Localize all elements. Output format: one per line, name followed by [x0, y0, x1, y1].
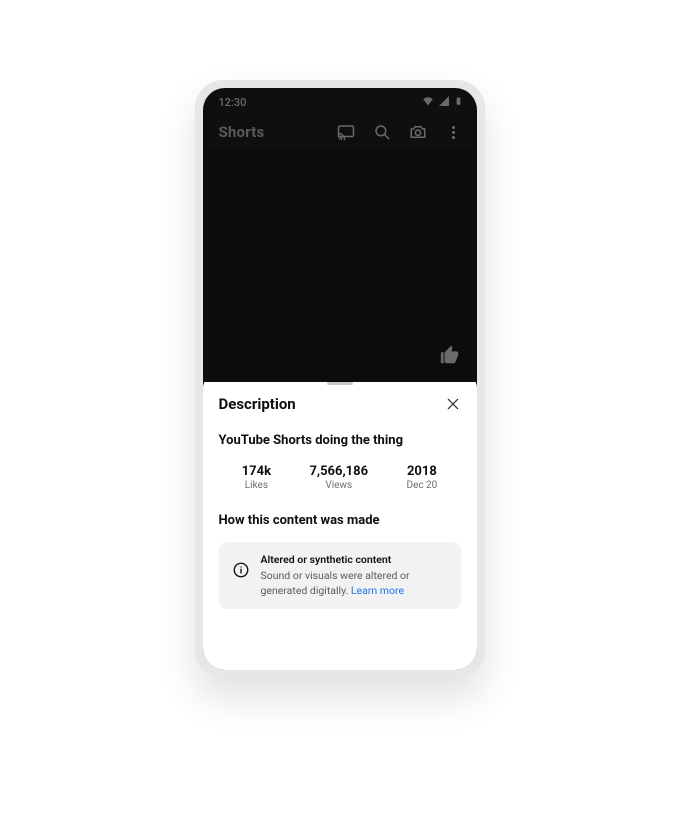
info-icon: [231, 560, 251, 580]
stat-date-label: Dec 20: [406, 480, 437, 491]
info-card-title: Altered or synthetic content: [261, 552, 449, 567]
sheet-header: Description: [219, 395, 461, 413]
phone-frame: 12:30 Shorts: [195, 80, 485, 678]
info-text: Altered or synthetic content Sound or vi…: [261, 552, 449, 599]
status-time: 12:30: [219, 96, 247, 109]
stat-likes-value: 174k: [242, 464, 271, 479]
app-header-icons: [337, 123, 463, 141]
stats-row: 174k Likes 7,566,186 Views 2018 Dec 20: [219, 464, 461, 491]
stat-date: 2018 Dec 20: [406, 464, 437, 491]
app-header: Shorts: [203, 113, 477, 149]
section-heading: How this content was made: [219, 513, 461, 528]
close-icon[interactable]: [445, 396, 461, 412]
status-indicators: [422, 94, 463, 111]
signal-icon: [438, 95, 450, 110]
like-icon[interactable]: [439, 344, 461, 370]
sheet-handle[interactable]: [327, 382, 353, 385]
screen: 12:30 Shorts: [203, 88, 477, 670]
stat-likes-label: Likes: [245, 480, 268, 491]
search-icon[interactable]: [373, 123, 391, 141]
status-bar: 12:30: [203, 88, 477, 113]
description-sheet: Description YouTube Shorts doing the thi…: [203, 374, 477, 670]
cast-icon[interactable]: [337, 123, 355, 141]
stat-views-value: 7,566,186: [309, 464, 368, 479]
stat-views: 7,566,186 Views: [309, 464, 368, 491]
sheet-title: Description: [219, 395, 296, 413]
more-icon[interactable]: [445, 123, 463, 141]
battery-icon: [454, 94, 463, 111]
wifi-icon: [422, 95, 434, 110]
stat-date-value: 2018: [407, 464, 437, 479]
video-title: YouTube Shorts doing the thing: [219, 433, 461, 448]
video-area[interactable]: [203, 149, 477, 382]
stat-views-label: Views: [325, 480, 352, 491]
learn-more-link[interactable]: Learn more: [351, 584, 404, 597]
app-header-title: Shorts: [219, 123, 265, 141]
stat-likes: 174k Likes: [242, 464, 271, 491]
synthetic-content-card: Altered or synthetic content Sound or vi…: [219, 542, 461, 609]
camera-icon[interactable]: [409, 123, 427, 141]
